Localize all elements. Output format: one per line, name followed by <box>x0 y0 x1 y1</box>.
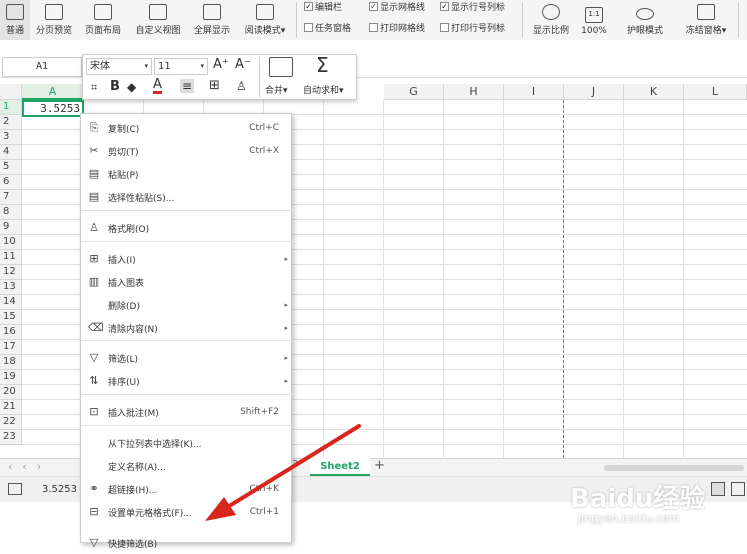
annotation-arrow <box>205 424 361 521</box>
watermark-url: jingyan.baidu.com <box>578 512 680 525</box>
watermark-logo: Baidu经验 <box>570 484 706 514</box>
